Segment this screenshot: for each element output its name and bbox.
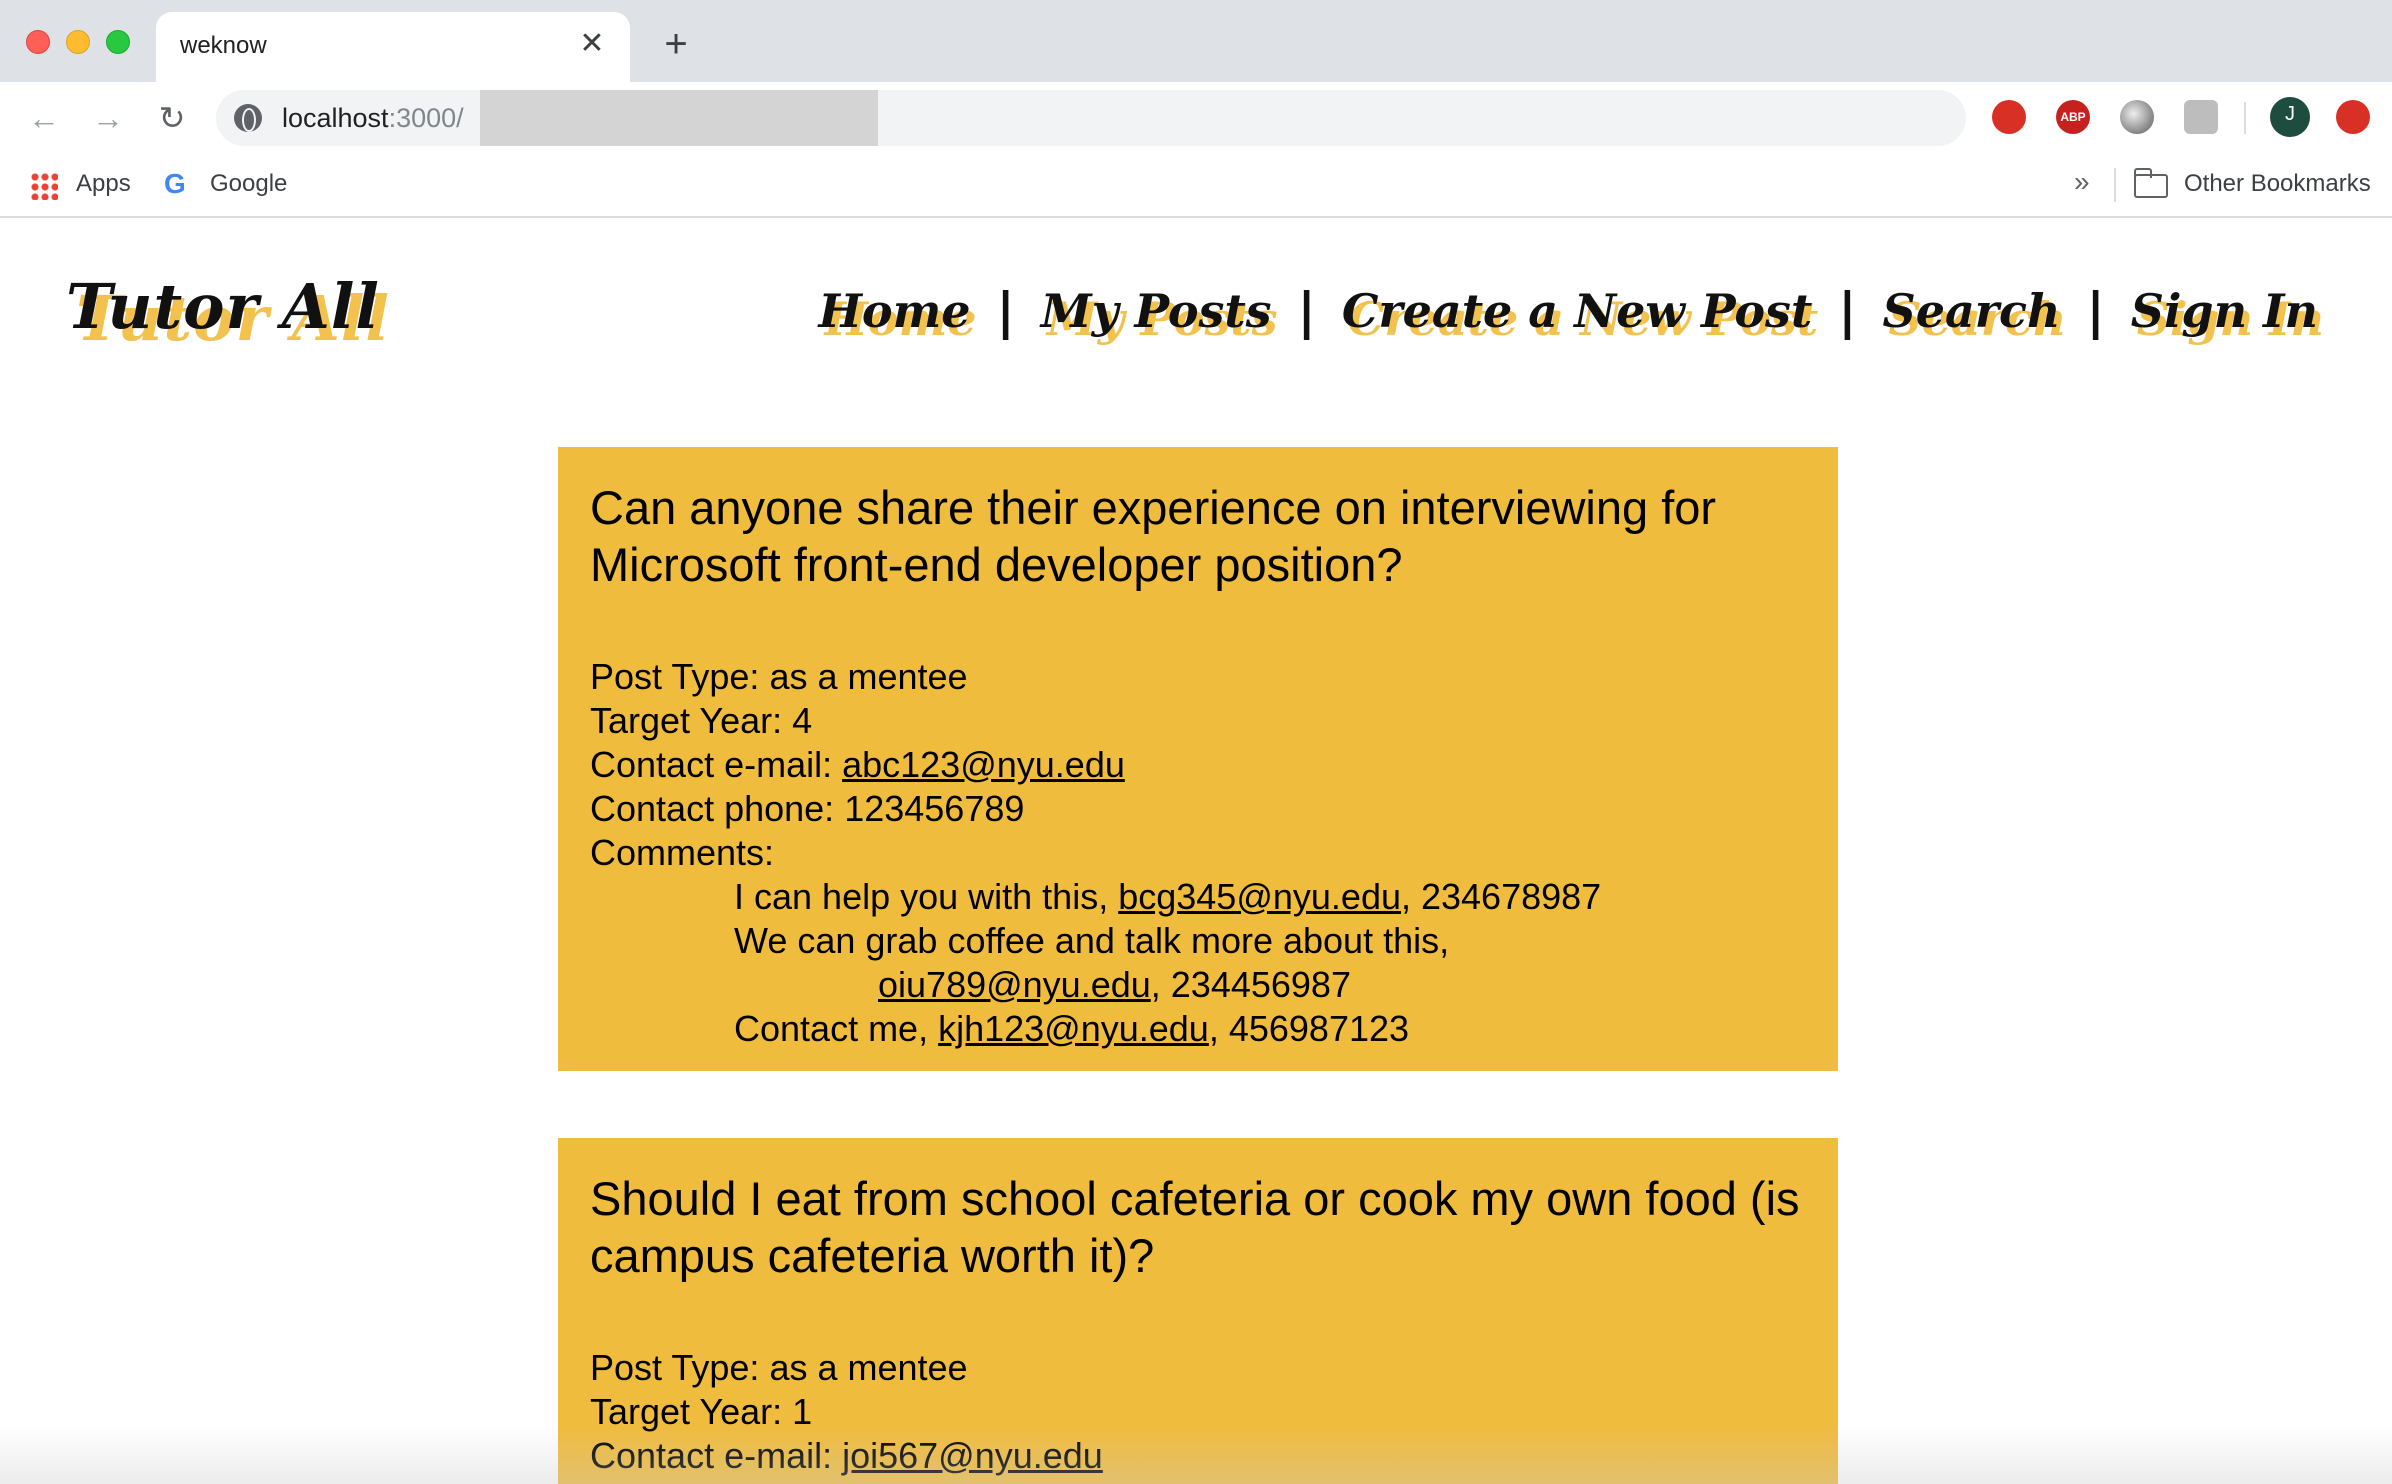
post-type-value: as a mentee — [769, 656, 968, 697]
post-card: Can anyone share their experience on int… — [558, 447, 1838, 1071]
post-type-label: Post Type: — [590, 656, 770, 697]
sphere-extension-icon[interactable] — [2120, 100, 2154, 134]
nav-separator: | — [2086, 282, 2105, 340]
update-icon[interactable] — [2336, 100, 2370, 134]
post-type-value: as a mentee — [769, 1347, 968, 1388]
comment-wrap: oiu789@nyu.edu, 234456987 — [734, 963, 1806, 1007]
contact-phone-value: 123456789 — [844, 788, 1025, 829]
comment-email-link[interactable]: bcg345@nyu.edu — [1118, 876, 1401, 917]
contact-email-link[interactable]: joi567@nyu.edu — [842, 1435, 1103, 1476]
target-year-value: 4 — [792, 700, 813, 741]
bookmark-google[interactable]: Google — [210, 170, 287, 198]
url-path: :3000/ — [388, 103, 464, 133]
bookmark-other[interactable]: Other Bookmarks — [2184, 170, 2371, 198]
comment-phone: , 456987123 — [1208, 1008, 1410, 1049]
new-tab-button[interactable]: + — [656, 24, 696, 64]
target-year-label: Target Year: — [590, 1391, 793, 1432]
comment-item: I can help you with this, bcg345@nyu.edu… — [590, 875, 1806, 919]
comment-text: Contact me, — [734, 1008, 939, 1049]
adblock-extension-icon[interactable]: ABP — [2056, 100, 2090, 134]
contact-email-label: Contact e-mail: — [590, 1435, 843, 1476]
comment-email-link[interactable]: oiu789@nyu.edu — [878, 964, 1151, 1005]
grey-extension-icon[interactable] — [2184, 100, 2218, 134]
nav-separator: | — [1297, 282, 1316, 340]
contact-email-row: Contact e-mail: abc123@nyu.edu — [590, 743, 1806, 787]
toolbar-divider — [2244, 102, 2246, 134]
window-zoom-button[interactable] — [106, 30, 130, 54]
target-year-row: Target Year: 1 — [590, 1390, 1806, 1434]
contact-phone-row: Contact phone: 123456789 — [590, 787, 1806, 831]
post-title: Can anyone share their experience on int… — [590, 481, 1717, 591]
comment-email-link[interactable]: kjh123@nyu.edu — [938, 1008, 1209, 1049]
comment-text: We can grab coffee and talk more about t… — [734, 920, 1450, 961]
nav-search[interactable]: Search — [1882, 284, 2060, 338]
browser-tabstrip: weknow ✕ + — [0, 0, 2392, 82]
bookmark-apps[interactable]: Apps — [76, 170, 131, 198]
nav-create-post[interactable]: Create a New Post — [1342, 284, 1812, 338]
address-bar[interactable]: localhost:3000/ — [216, 90, 1966, 146]
back-arrow-icon[interactable]: ← — [24, 98, 64, 138]
target-year-value: 1 — [792, 1391, 813, 1432]
target-year-label: Target Year: — [590, 700, 793, 741]
site-logo[interactable]: Tutor All — [66, 270, 380, 343]
nav-my-posts[interactable]: My Posts — [1041, 284, 1272, 338]
window-close-button[interactable] — [26, 30, 50, 54]
post-details: Post Type: as a mentee Target Year: 1 Co… — [590, 1346, 1806, 1478]
tab-title: weknow — [180, 32, 267, 59]
browser-toolbar: ← → ↻ localhost:3000/ ABP J — [0, 82, 2392, 154]
post-title: Should I eat from school cafeteria or co… — [590, 1172, 1800, 1282]
google-icon[interactable]: G — [164, 168, 186, 200]
comments-label: Comments: — [590, 832, 775, 873]
comment-item: We can grab coffee and talk more about t… — [590, 919, 1806, 1007]
post-details: Post Type: as a mentee Target Year: 4 Co… — [590, 655, 1806, 1051]
apps-grid-icon[interactable] — [30, 172, 58, 200]
browser-tab[interactable]: weknow ✕ — [156, 12, 630, 82]
folder-icon[interactable] — [2134, 168, 2168, 198]
profile-avatar[interactable]: J — [2270, 97, 2310, 137]
nav-sign-in[interactable]: Sign In — [2131, 284, 2318, 338]
url-redaction — [480, 90, 878, 146]
comment-item: Contact me, kjh123@nyu.edu, 456987123 — [590, 1007, 1806, 1051]
bookmarks-bar: Apps G Google » Other Bookmarks — [0, 154, 2392, 218]
stop-hand-extension-icon[interactable] — [1992, 100, 2026, 134]
post-type-row: Post Type: as a mentee — [590, 1346, 1806, 1390]
nav-separator: | — [996, 282, 1015, 340]
post-card: Should I eat from school cafeteria or co… — [558, 1138, 1838, 1484]
comment-text: I can help you with this, — [734, 876, 1119, 917]
comment-phone: , 234678987 — [1400, 876, 1602, 917]
contact-email-link[interactable]: abc123@nyu.edu — [842, 744, 1125, 785]
url-host: localhost — [282, 103, 389, 133]
bookmarks-divider — [2114, 168, 2116, 202]
comment-phone: , 234456987 — [1150, 964, 1351, 1005]
more-bookmarks-icon[interactable]: » — [2074, 166, 2090, 198]
globe-icon[interactable] — [234, 104, 262, 132]
post-type-row: Post Type: as a mentee — [590, 655, 1806, 699]
contact-phone-label: Contact phone: — [590, 788, 845, 829]
reload-icon[interactable]: ↻ — [152, 98, 192, 138]
url-text: localhost:3000/ — [282, 103, 464, 134]
window-minimize-button[interactable] — [66, 30, 90, 54]
contact-email-row: Contact e-mail: joi567@nyu.edu — [590, 1434, 1806, 1478]
post-type-label: Post Type: — [590, 1347, 770, 1388]
target-year-row: Target Year: 4 — [590, 699, 1806, 743]
forward-arrow-icon[interactable]: → — [88, 98, 128, 138]
contact-email-label: Contact e-mail: — [590, 744, 843, 785]
nav-home[interactable]: Home — [818, 284, 970, 338]
close-tab-icon[interactable]: ✕ — [574, 26, 610, 62]
web-page: Tutor All Home | My Posts | Create a New… — [0, 220, 2392, 1484]
nav-separator: | — [1838, 282, 1857, 340]
site-nav: Home | My Posts | Create a New Post | Se… — [818, 282, 2318, 340]
